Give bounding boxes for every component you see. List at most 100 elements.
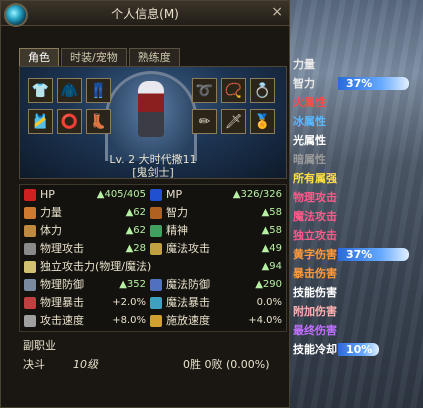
cspd-label: 施放速度 bbox=[166, 314, 210, 327]
attack-speed-icon bbox=[24, 315, 36, 327]
physical-crit-icon bbox=[24, 297, 36, 309]
tab-bar: 角色 时装/宠物 熟练度 bbox=[19, 48, 182, 66]
stat-row: 独立攻击力(物理/魔法) ▲94 bbox=[20, 259, 286, 275]
character-avatar[interactable] bbox=[138, 81, 164, 137]
mdef-label: 魔法防御 bbox=[166, 278, 210, 291]
attribute-percent: 37% bbox=[346, 77, 373, 90]
equip-slot-necklace-icon[interactable]: 📿 bbox=[221, 78, 246, 103]
window-titlebar[interactable]: 个人信息(M) × bbox=[1, 1, 289, 27]
vit-value: ▲62 bbox=[125, 225, 146, 236]
duel-row: 决斗 10级 0胜 0败 (0.00%) bbox=[23, 357, 287, 373]
magic-attack-icon bbox=[150, 243, 162, 255]
mcrit-label: 魔法暴击 bbox=[166, 296, 210, 309]
physical-attack-icon bbox=[24, 243, 36, 255]
attribute-item: 光属性 bbox=[293, 134, 326, 147]
magic-defense-icon bbox=[150, 279, 162, 291]
mdef-value: ▲290 bbox=[255, 279, 282, 290]
hp-value: ▲405/405 bbox=[96, 189, 146, 200]
duel-label: 决斗 bbox=[23, 358, 45, 371]
attribute-item: 独立攻击 bbox=[293, 229, 337, 242]
matk-label: 魔法攻击 bbox=[166, 242, 210, 255]
close-icon[interactable]: × bbox=[271, 4, 283, 20]
attribute-item: 暗属性 bbox=[293, 153, 326, 166]
cspd-value: +4.0% bbox=[248, 315, 282, 326]
stat-row: 物理攻击 ▲28 魔法攻击 ▲49 bbox=[20, 241, 286, 257]
pcrit-value: +2.0% bbox=[112, 297, 146, 308]
equip-slot-weapon-icon[interactable]: 🗡 bbox=[221, 109, 246, 134]
attribute-item: 暴击伤害 bbox=[293, 267, 337, 280]
attribute-item: 力量 bbox=[293, 58, 315, 71]
spr-label: 精神 bbox=[166, 224, 188, 237]
pdef-label: 物理防御 bbox=[40, 278, 84, 291]
aspd-label: 攻击速度 bbox=[40, 314, 84, 327]
spr-value: ▲58 bbox=[261, 225, 282, 236]
intelligence-icon bbox=[150, 207, 162, 219]
attribute-item: 所有属强 bbox=[293, 172, 337, 185]
strength-icon bbox=[24, 207, 36, 219]
pdef-value: ▲352 bbox=[119, 279, 146, 290]
patk-value: ▲28 bbox=[125, 243, 146, 254]
vit-label: 体力 bbox=[40, 224, 62, 237]
stats-table: HP ▲405/405 MP ▲326/326 力量 ▲62 智力 ▲58 体力… bbox=[19, 184, 287, 332]
attribute-item: 冰属性 bbox=[293, 115, 326, 128]
equip-slot-coat-icon[interactable]: 👕 bbox=[28, 78, 53, 103]
equip-slot-belt-icon[interactable]: 🎽 bbox=[28, 109, 53, 134]
stat-row: 物理防御 ▲352 魔法防御 ▲290 bbox=[20, 277, 286, 293]
stat-row: 物理暴击 +2.0% 魔法暴击 0.0% bbox=[20, 295, 286, 311]
equip-slot-ring-icon[interactable]: 💍 bbox=[250, 78, 275, 103]
attribute-percent: 10% bbox=[346, 343, 373, 356]
iatk-value: ▲94 bbox=[261, 261, 282, 272]
equip-slot-earring-icon[interactable]: 🏅 bbox=[250, 109, 275, 134]
stat-row: HP ▲405/405 MP ▲326/326 bbox=[20, 187, 286, 203]
patk-label: 物理攻击 bbox=[40, 242, 84, 255]
spirit-icon bbox=[150, 225, 162, 237]
attribute-item: 最终伤害 bbox=[293, 324, 337, 337]
equip-slot-pants-icon[interactable]: 👖 bbox=[86, 78, 111, 103]
subjob-title: 副职业 bbox=[23, 339, 56, 352]
stat-row: 攻击速度 +8.0% 施放速度 +4.0% bbox=[20, 313, 286, 329]
stat-row: 体力 ▲62 精神 ▲58 bbox=[20, 223, 286, 239]
attribute-item: 附加伤害 bbox=[293, 305, 337, 318]
matk-value: ▲49 bbox=[261, 243, 282, 254]
str-label: 力量 bbox=[40, 206, 62, 219]
magic-crit-icon bbox=[150, 297, 162, 309]
tab-costume-pet[interactable]: 时装/宠物 bbox=[61, 48, 127, 66]
hp-icon bbox=[24, 189, 36, 201]
mcrit-value: 0.0% bbox=[256, 297, 282, 308]
attribute-percent: 37% bbox=[346, 248, 373, 261]
int-value: ▲58 bbox=[261, 207, 282, 218]
attribute-item: 技能冷却 bbox=[293, 343, 337, 356]
attribute-item: 智力 bbox=[293, 77, 315, 90]
independent-attack-icon bbox=[24, 261, 36, 273]
equip-slot-waist-icon[interactable]: ⭕ bbox=[57, 109, 82, 134]
mp-value: ▲326/326 bbox=[232, 189, 282, 200]
str-value: ▲62 bbox=[125, 207, 146, 218]
cast-speed-icon bbox=[150, 315, 162, 327]
stat-row: 力量 ▲62 智力 ▲58 bbox=[20, 205, 286, 221]
attribute-item: 技能伤害 bbox=[293, 286, 337, 299]
window-title: 个人信息(M) bbox=[111, 7, 179, 21]
physical-defense-icon bbox=[24, 279, 36, 291]
attribute-item: 魔法攻击 bbox=[293, 210, 337, 223]
character-class: [鬼剑士] bbox=[132, 166, 174, 179]
equip-slot-bracelet-icon[interactable]: ➰ bbox=[192, 78, 217, 103]
mp-label: MP bbox=[166, 188, 183, 201]
attribute-item: 物理攻击 bbox=[293, 191, 337, 204]
aspd-value: +8.0% bbox=[112, 315, 146, 326]
duel-record: 0胜 0败 (0.00%) bbox=[183, 358, 270, 371]
attribute-item: 火属性 bbox=[293, 96, 326, 109]
equip-slot-subweapon-icon[interactable]: ✏ bbox=[192, 109, 217, 134]
tab-character[interactable]: 角色 bbox=[19, 48, 59, 66]
vitality-icon bbox=[24, 225, 36, 237]
tab-proficiency[interactable]: 熟练度 bbox=[128, 48, 180, 66]
equip-slot-shoulder-icon[interactable]: 🧥 bbox=[57, 78, 82, 103]
hp-label: HP bbox=[40, 188, 55, 201]
pcrit-label: 物理暴击 bbox=[40, 296, 84, 309]
int-label: 智力 bbox=[166, 206, 188, 219]
attribute-item: 黄字伤害 bbox=[293, 248, 337, 261]
duel-grade: 10级 bbox=[73, 358, 98, 371]
iatk-label: 独立攻击力(物理/魔法) bbox=[40, 260, 152, 273]
character-panel: 👕 🧥 👖 🎽 ⭕ 👢 ➰ 📿 💍 ✏ 🗡 🏅 Lv. 2 大时代撒11 [鬼剑… bbox=[19, 66, 287, 179]
character-info-window: 个人信息(M) × 角色 时装/宠物 熟练度 👕 🧥 👖 🎽 ⭕ 👢 ➰ 📿 💍 ✏… bbox=[0, 0, 290, 408]
equip-slot-shoes-icon[interactable]: 👢 bbox=[86, 109, 111, 134]
